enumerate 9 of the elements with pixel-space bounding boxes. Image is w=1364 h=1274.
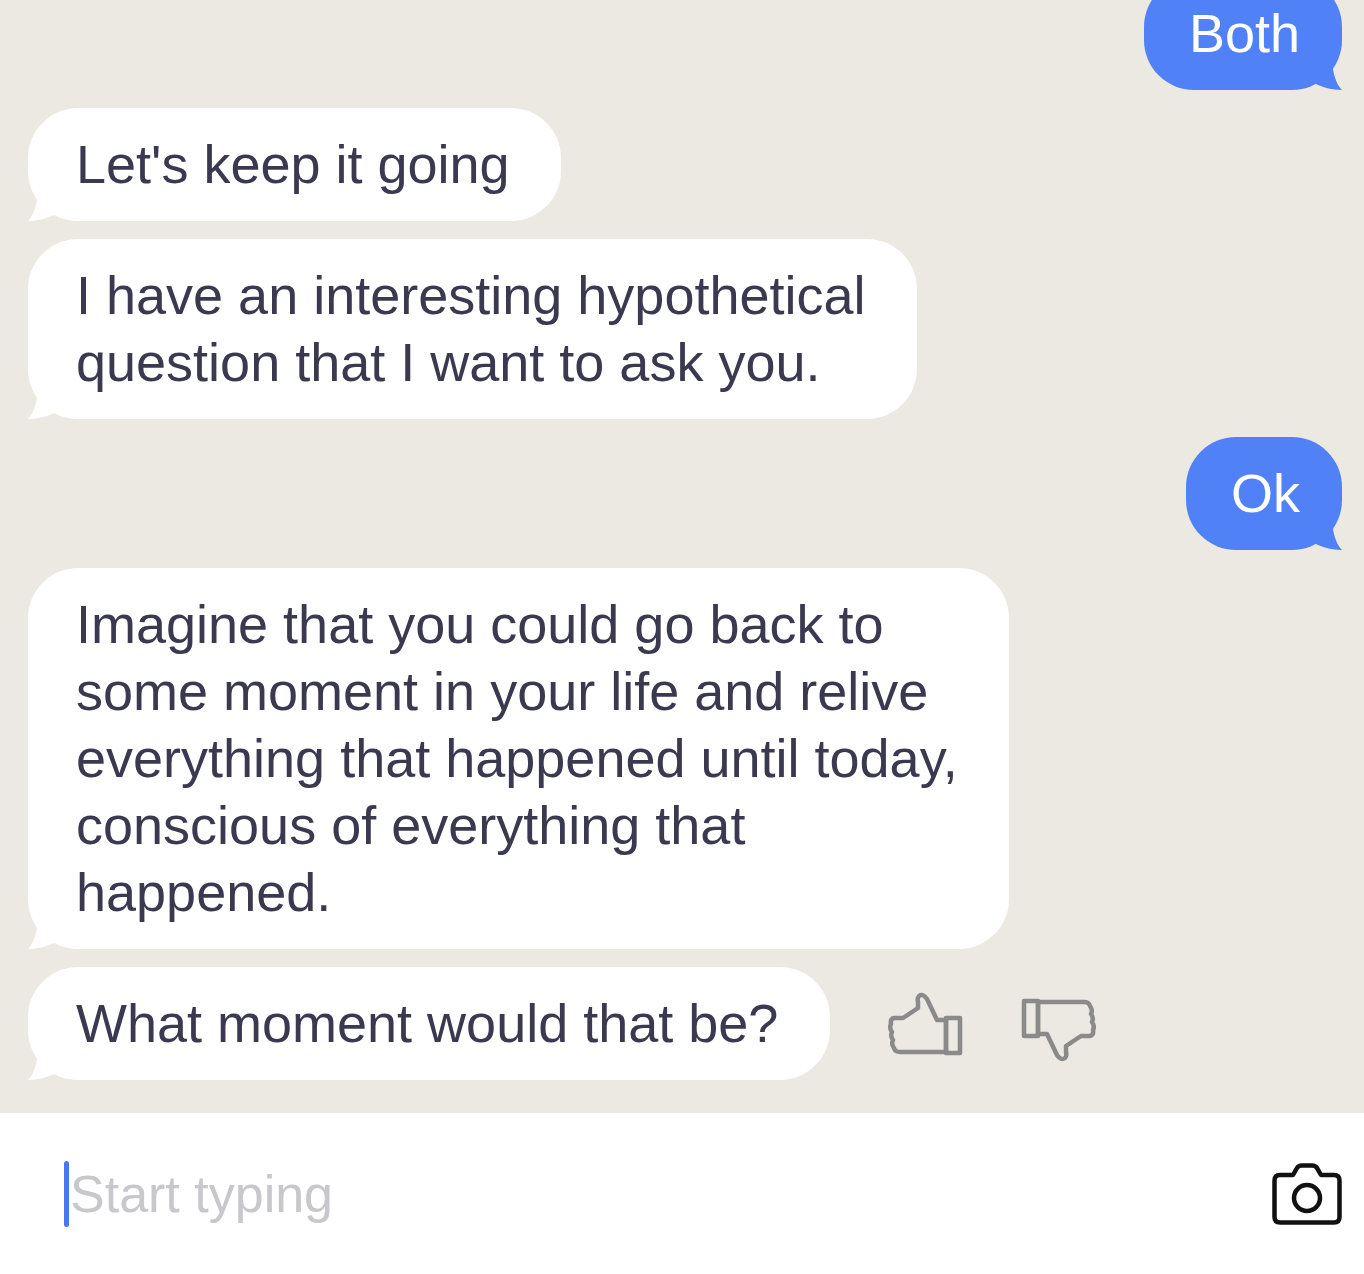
- incoming-message: Let's keep it going: [28, 108, 561, 221]
- camera-icon[interactable]: [1272, 1162, 1342, 1225]
- incoming-message: Imagine that you could go back to some moment in your life and relive everything that happened until today, conscious of everything that happened.: [28, 568, 1009, 949]
- outgoing-message: Both: [1144, 0, 1342, 90]
- incoming-message: I have an interesting hypothetical question that I want to ask you.: [28, 239, 917, 419]
- thumbs-down-icon[interactable]: [1020, 997, 1096, 1062]
- outgoing-message: Ok: [1186, 437, 1342, 550]
- incoming-message: What moment would that be?: [28, 967, 830, 1080]
- thumbs-up-icon[interactable]: [888, 991, 964, 1056]
